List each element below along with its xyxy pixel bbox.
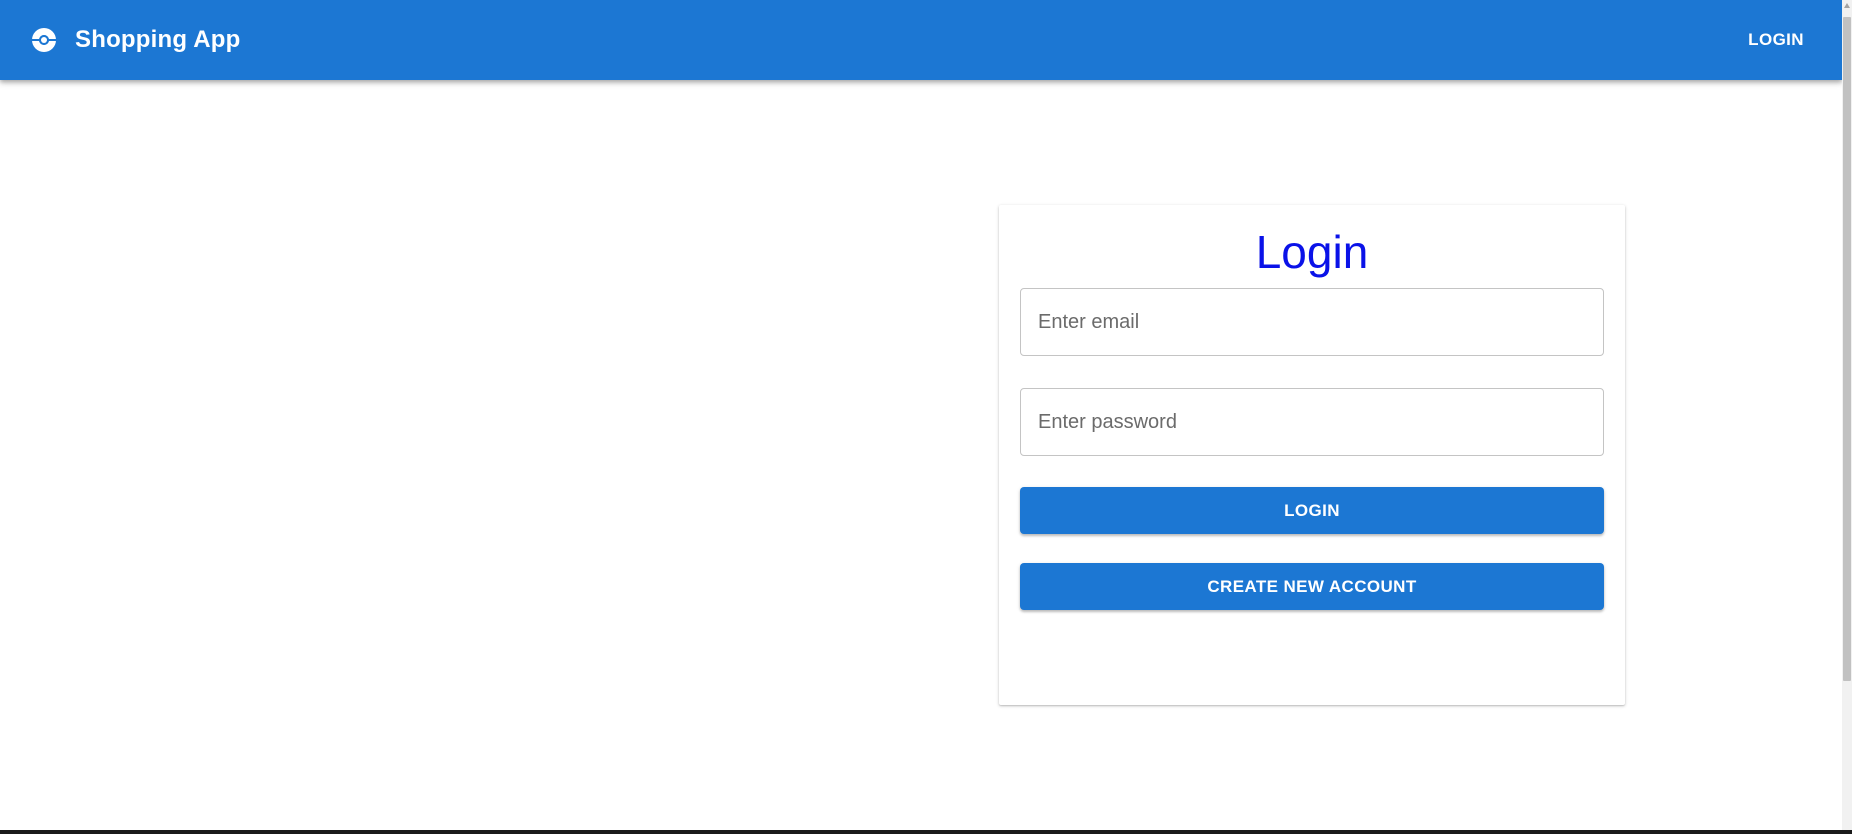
scroll-up-arrow-icon[interactable] — [1844, 3, 1850, 8]
bottom-edge — [0, 830, 1852, 834]
login-title: Login — [1255, 226, 1369, 278]
email-field[interactable] — [1020, 288, 1604, 356]
nav-login-button[interactable]: LOGIN — [1734, 20, 1818, 60]
pokeball-icon — [32, 28, 56, 52]
password-field[interactable] — [1020, 388, 1604, 456]
vertical-scrollbar[interactable] — [1842, 0, 1852, 830]
login-card: Login LOGIN CREATE NEW ACCOUNT — [999, 205, 1625, 705]
scrollbar-thumb[interactable] — [1843, 17, 1851, 681]
app-viewport: Shopping App LOGIN Login LOGIN CREATE NE… — [0, 0, 1842, 830]
email-input[interactable] — [1021, 289, 1603, 355]
password-input[interactable] — [1021, 389, 1603, 455]
login-button[interactable]: LOGIN — [1020, 487, 1604, 534]
app-title: Shopping App — [75, 26, 241, 53]
app-bar: Shopping App LOGIN — [0, 0, 1842, 80]
create-account-button[interactable]: CREATE NEW ACCOUNT — [1020, 563, 1604, 610]
